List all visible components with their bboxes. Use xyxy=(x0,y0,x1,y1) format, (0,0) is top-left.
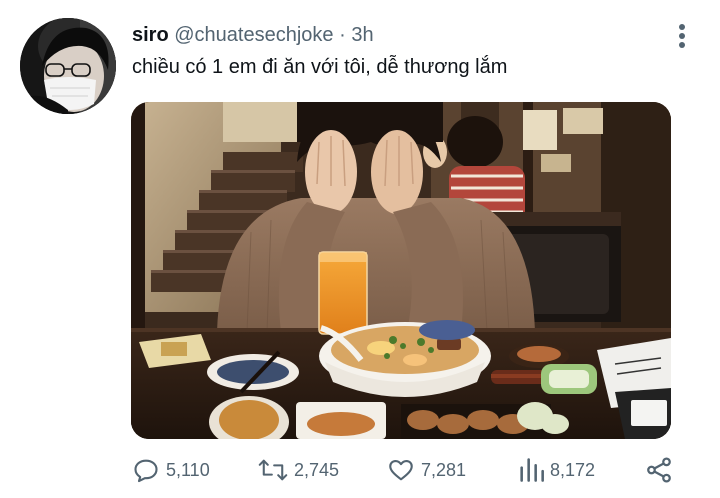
heart-icon xyxy=(389,459,413,481)
separator-dot: · xyxy=(339,24,346,46)
author-handle[interactable]: @chuatesechjoke xyxy=(174,24,333,46)
avatar[interactable] xyxy=(20,18,116,114)
tweet-text: chiều có 1 em đi ăn với tôi, dễ thương l… xyxy=(132,56,508,78)
avatar-image xyxy=(20,18,116,114)
like-button[interactable]: 7,281 xyxy=(387,452,466,488)
retweet-count: 2,745 xyxy=(294,459,340,480)
share-icon xyxy=(647,457,671,483)
more-options-button[interactable] xyxy=(672,22,692,50)
share-button[interactable] xyxy=(644,452,674,488)
tweet-actions: 5,110 2,745 7,281 8,172 xyxy=(0,452,720,488)
retweet-button[interactable]: 2,745 xyxy=(258,452,339,488)
reply-count: 5,110 xyxy=(166,459,210,480)
reply-button[interactable]: 5,110 xyxy=(132,452,210,488)
restaurant-photo xyxy=(131,102,671,439)
author-name[interactable]: siro xyxy=(132,24,169,46)
tweet-media-photo[interactable] xyxy=(131,102,671,439)
tweet-time[interactable]: 3h xyxy=(351,24,373,46)
comment-icon xyxy=(134,459,158,483)
retweet-icon xyxy=(258,459,288,481)
like-count: 7,281 xyxy=(421,459,467,480)
bar-chart-icon xyxy=(520,458,544,482)
views-button[interactable]: 8,172 xyxy=(518,452,595,488)
views-count: 8,172 xyxy=(550,459,596,480)
tweet: siro @chuatesechjoke · 3h chiều có 1 em … xyxy=(0,0,720,498)
more-vertical-icon xyxy=(679,24,685,48)
tweet-header: siro @chuatesechjoke · 3h xyxy=(132,22,374,48)
